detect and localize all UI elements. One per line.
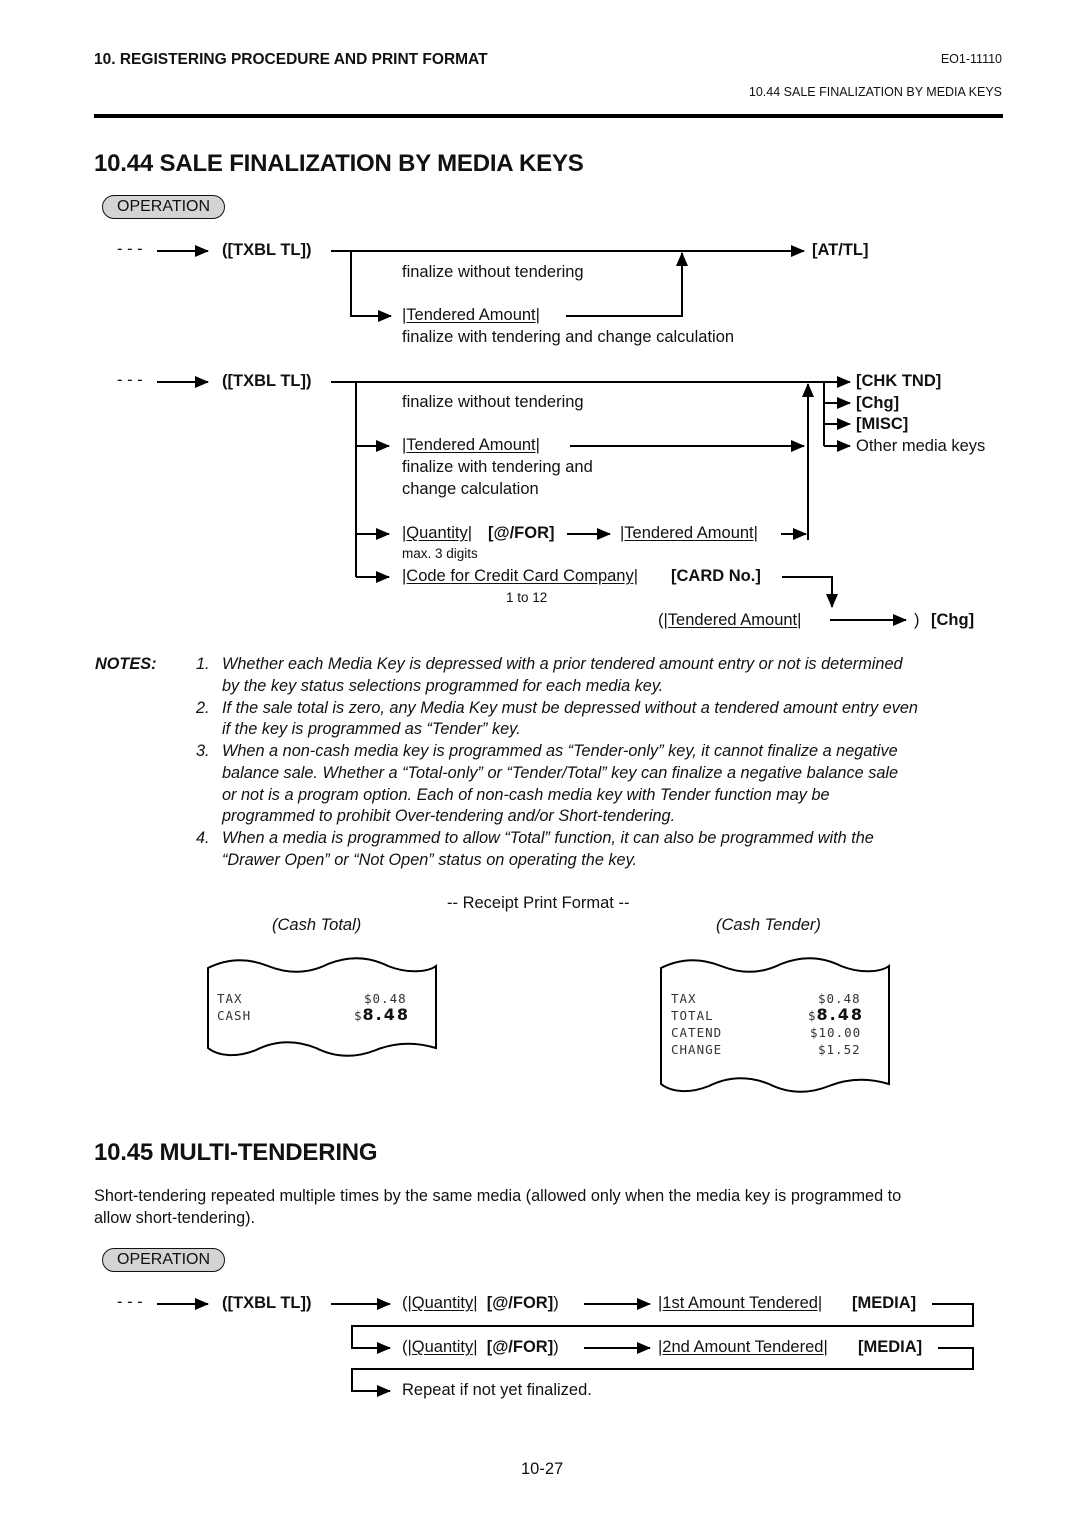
media-key-misc: [MISC]	[856, 415, 909, 433]
notes-label: NOTES:	[95, 655, 157, 673]
flow2-card-arrow	[782, 576, 838, 608]
note-1-line-2: by the key status selections programmed …	[222, 677, 664, 695]
flow2-card-key: [CARD No.]	[671, 567, 761, 585]
flow3-row1-media: [MEDIA]	[852, 1294, 917, 1312]
page-number: 10-27	[521, 1460, 564, 1478]
flow2-for-key: [@/FOR]	[488, 524, 555, 542]
receipt-row-value-total: $8.48	[354, 1005, 411, 1024]
note-4-line-2: “Drawer Open” or “Not Open” status on op…	[222, 851, 638, 869]
flow2-tendered-amount-3: |Tendered Amount|	[663, 611, 802, 629]
flow2-note-with-tender-2: change calculation	[402, 480, 539, 498]
flow2-tendered-amount: |Tendered Amount|	[402, 436, 540, 454]
section-1045-title: 10.45 MULTI-TENDERING	[94, 1139, 378, 1166]
note-2-line-1: If the sale total is zero, any Media Key…	[222, 699, 918, 717]
flow2-tendered-amount-2: |Tendered Amount|	[620, 524, 758, 542]
flow1-note-with-tender: finalize with tendering and change calcu…	[402, 328, 735, 346]
media-key-chk-tnd: [CHK TND]	[856, 372, 942, 390]
flow2-chg-key-final: [Chg]	[931, 611, 975, 629]
flow3-row1-amount: |1st Amount Tendered|	[658, 1294, 823, 1312]
receipt-row-value: $10.00	[810, 1025, 862, 1040]
flow2-quantity: |Quantity|	[402, 524, 473, 542]
media-key-other: Other media keys	[856, 437, 986, 455]
note-2-number: 2.	[196, 699, 210, 717]
receipt-row-value: $0.48	[818, 991, 861, 1006]
flow3-row2-media: [MEDIA]	[858, 1338, 923, 1356]
note-3-line-1: When a non-cash media key is programmed …	[222, 742, 898, 760]
media-key-chg: [Chg]	[856, 394, 900, 412]
flow1-lead: - - -	[117, 240, 143, 258]
flow2-credit-range: 1 to 12	[506, 590, 548, 605]
flow2-note-no-tender: finalize without tendering	[402, 393, 584, 411]
flow3-lead: - - -	[117, 1293, 143, 1311]
receipt-caption-cash-total: (Cash Total)	[272, 916, 362, 934]
flow2-start-key: ([TXBL TL])	[222, 372, 312, 390]
flow3-row2-quantity-group: (|Quantity| [@/FOR])	[402, 1338, 559, 1356]
flow2-paren-tendered: (|Tendered Amount|	[658, 611, 802, 629]
receipt-format-title: -- Receipt Print Format --	[447, 894, 630, 912]
flow1-end-key-at-tl: [AT/TL]	[812, 241, 869, 259]
flow2-credit-code: |Code for Credit Card Company|	[402, 567, 639, 585]
note-2-line-2: if the key is programmed as “Tender” key…	[222, 720, 521, 738]
note-1-line-1: Whether each Media Key is depressed with…	[222, 655, 903, 673]
note-3-line-4: programmed to prohibit Over-tendering an…	[222, 807, 676, 825]
receipt-row-value: $0.48	[364, 991, 407, 1006]
section-1045-description-2: allow short-tendering).	[94, 1209, 256, 1227]
flow1-note-no-tender: finalize without tendering	[402, 263, 584, 281]
note-3-number: 3.	[196, 742, 210, 760]
receipt-row-label: CHANGE	[671, 1042, 723, 1057]
flow1-start-key: ([TXBL TL])	[222, 241, 312, 259]
receipt-row-label: TAX	[671, 991, 697, 1006]
note-4-line-1: When a media is programmed to allow “Tot…	[222, 829, 874, 847]
flow2-max-digits: max. 3 digits	[402, 546, 478, 561]
flow3-row3-text: Repeat if not yet finalized.	[402, 1381, 592, 1399]
receipt-row-label: TAX	[217, 991, 243, 1006]
flow3-row2-amount: |2nd Amount Tendered|	[658, 1338, 828, 1356]
note-3-line-3: or not is a program option. Each of non-…	[222, 786, 830, 804]
receipt-row-value-total: $8.48	[808, 1005, 865, 1024]
flow3-start-key: ([TXBL TL])	[222, 1294, 312, 1312]
receipt-row-label: CASH	[217, 1008, 252, 1023]
note-3-line-2: balance sale. Whether a “Total-only” or …	[222, 764, 899, 782]
flow2-paren-close: )	[914, 611, 920, 629]
operation-label-1045: OPERATION	[102, 1248, 226, 1272]
section-1045-description-1: Short-tendering repeated multiple times …	[94, 1187, 902, 1205]
note-4-number: 4.	[196, 829, 210, 847]
receipt-row-label: TOTAL	[671, 1008, 714, 1023]
flow2-lead: - - -	[117, 371, 143, 389]
flow1-branch	[350, 251, 392, 322]
receipt-row-value: $1.52	[818, 1042, 861, 1057]
note-1-number: 1.	[196, 655, 210, 673]
receipt-caption-cash-tender: (Cash Tender)	[716, 916, 821, 934]
receipt-row-label: CATEND	[671, 1025, 723, 1040]
flow2-note-with-tender-1: finalize with tendering and	[402, 458, 593, 476]
flow3-row1-quantity-group: (|Quantity| [@/FOR])	[402, 1294, 559, 1312]
flow1-tendered-amount: |Tendered Amount|	[402, 306, 540, 324]
